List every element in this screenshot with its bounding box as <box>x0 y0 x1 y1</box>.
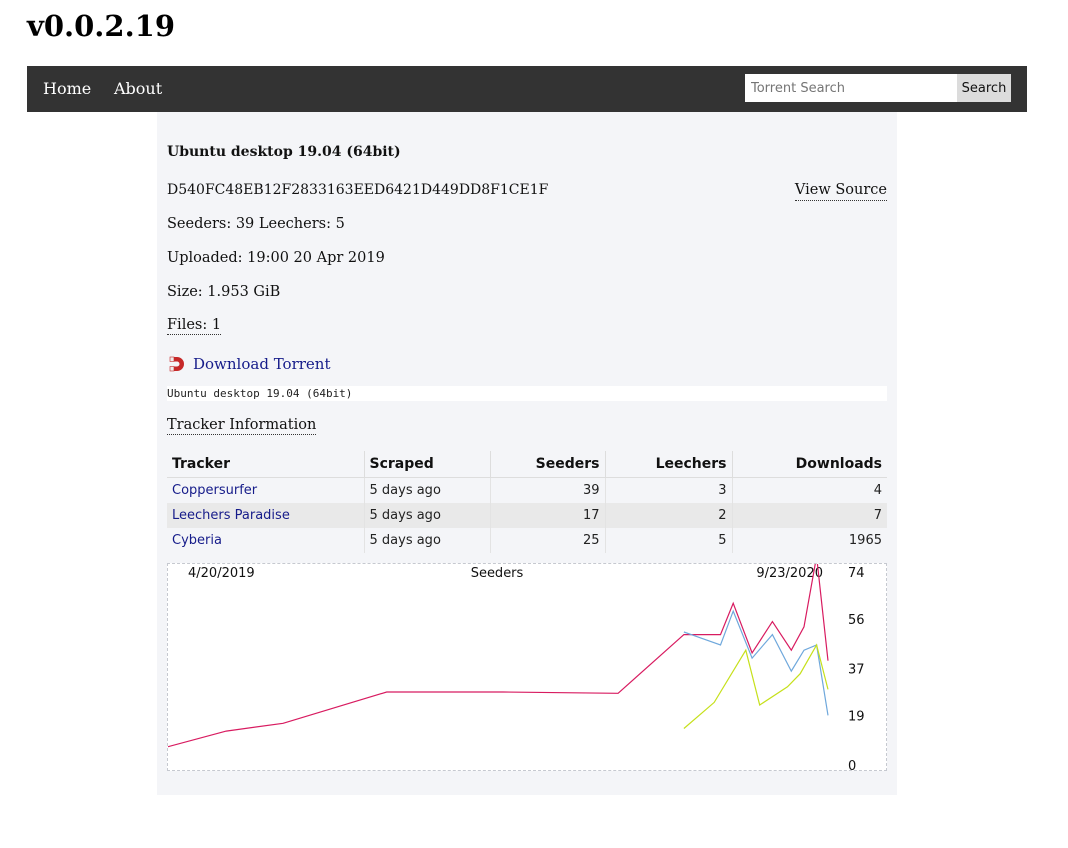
site-version-title: v0.0.2.19 <box>27 9 176 43</box>
navbar: Home About Search <box>27 66 1027 112</box>
uploaded-text: Uploaded: 19:00 20 Apr 2019 <box>167 250 385 266</box>
files-link[interactable]: Files: 1 <box>167 316 222 335</box>
file-list: Ubuntu desktop 19.04 (64bit) <box>167 386 887 401</box>
col-header-downloads[interactable]: Downloads <box>732 451 887 478</box>
file-list-item: Ubuntu desktop 19.04 (64bit) <box>167 387 353 400</box>
scraped-cell: 5 days ago <box>364 477 491 503</box>
nav-about-link[interactable]: About <box>114 79 162 99</box>
download-torrent-row[interactable]: Download Torrent <box>167 353 330 375</box>
col-header-seeders[interactable]: Seeders <box>490 451 606 478</box>
tracker-link[interactable]: Coppersurfer <box>172 483 257 498</box>
torrent-panel: Ubuntu desktop 19.04 (64bit) D540FC48EB1… <box>157 112 897 795</box>
tracker-table: Tracker Scraped Seeders Leechers Downloa… <box>167 451 887 553</box>
download-torrent-link[interactable]: Download Torrent <box>193 354 330 374</box>
view-source-link[interactable]: View Source <box>794 180 887 201</box>
seeders-leechers-text: Seeders: 39 Leechers: 5 <box>167 216 345 232</box>
leechers-cell: 5 <box>605 528 733 553</box>
table-header-row: Tracker Scraped Seeders Leechers Downloa… <box>167 451 887 478</box>
chart-title: Seeders <box>471 566 524 581</box>
chart-series-group <box>168 564 829 748</box>
search-input[interactable] <box>745 74 957 102</box>
y-tick-label: 0 <box>848 759 856 770</box>
seeders-cell: 17 <box>490 503 606 528</box>
tracker-link[interactable]: Cyberia <box>172 533 222 548</box>
series-line-1 <box>168 564 829 748</box>
torrent-title: Ubuntu desktop 19.04 (64bit) <box>167 144 401 160</box>
nav-home-link[interactable]: Home <box>43 79 91 99</box>
downloads-cell: 7 <box>732 503 887 528</box>
table-row: Cyberia 5 days ago 25 5 1965 <box>167 528 887 553</box>
tracker-link[interactable]: Leechers Paradise <box>172 508 290 523</box>
y-tick-label: 74 <box>848 566 865 581</box>
size-text: Size: 1.953 GiB <box>167 284 281 300</box>
scraped-cell: 5 days ago <box>364 503 491 528</box>
series-line-3 <box>683 643 829 729</box>
y-tick-label: 37 <box>848 663 865 678</box>
chart-start-date: 4/20/2019 <box>188 566 255 581</box>
col-header-scraped[interactable]: Scraped <box>364 451 491 478</box>
downloads-cell: 1965 <box>732 528 887 553</box>
seeders-cell: 39 <box>490 477 606 503</box>
leechers-cell: 3 <box>605 477 733 503</box>
search-button[interactable]: Search <box>957 74 1011 102</box>
leechers-cell: 2 <box>605 503 733 528</box>
scraped-cell: 5 days ago <box>364 528 491 553</box>
col-header-leechers[interactable]: Leechers <box>605 451 733 478</box>
magnet-icon <box>167 354 187 374</box>
table-row: Leechers Paradise 5 days ago 17 2 7 <box>167 503 887 528</box>
tracker-information-link[interactable]: Tracker Information <box>167 416 317 435</box>
y-tick-label: 56 <box>848 613 865 628</box>
chart-y-ticks: 0 19 37 56 74 <box>848 566 865 770</box>
info-hash: D540FC48EB12F2833163EED6421D449DD8F1CE1F <box>167 182 549 198</box>
col-header-tracker[interactable]: Tracker <box>167 451 365 478</box>
downloads-cell: 4 <box>732 477 887 503</box>
seeders-cell: 25 <box>490 528 606 553</box>
table-row: Coppersurfer 5 days ago 39 3 4 <box>167 477 887 503</box>
y-tick-label: 19 <box>848 709 865 724</box>
seeders-chart: 4/20/2019 Seeders 9/23/2020 0 19 37 56 74 <box>167 563 887 771</box>
seeders-chart-svg: 4/20/2019 Seeders 9/23/2020 019375674 <box>168 564 865 770</box>
